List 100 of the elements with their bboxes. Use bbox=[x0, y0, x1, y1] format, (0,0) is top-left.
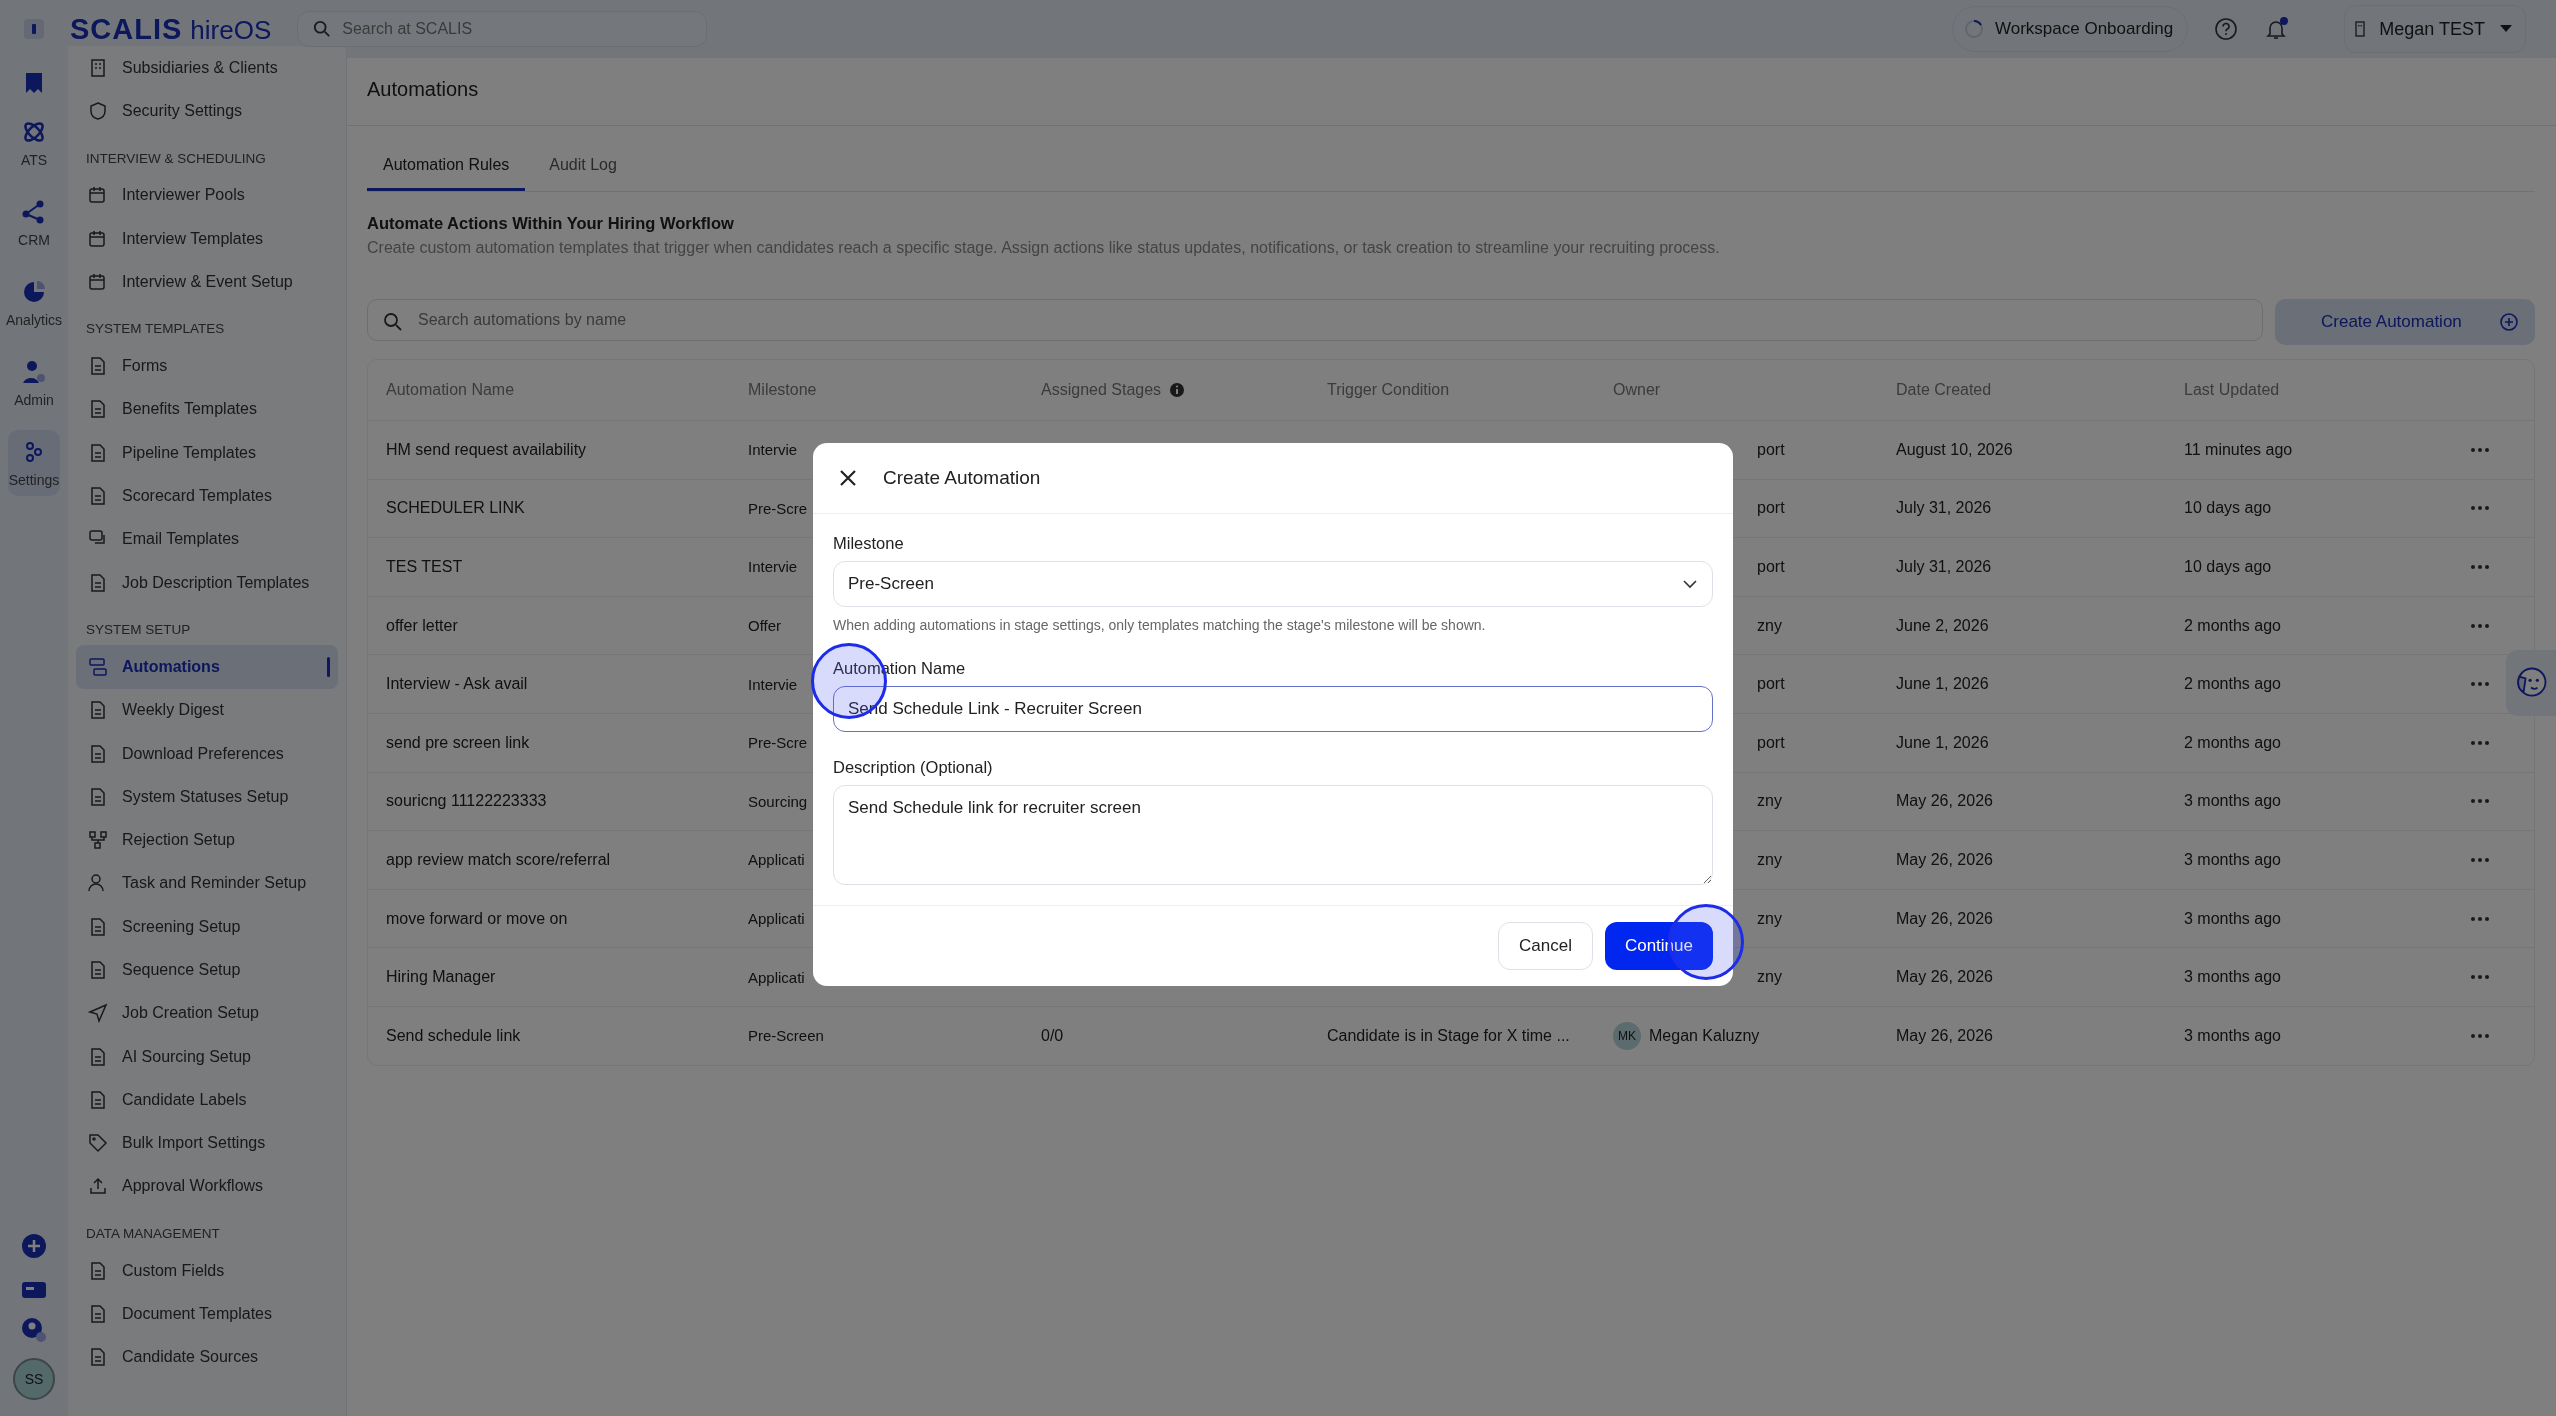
sidebar-item[interactable]: Job Creation Setup bbox=[76, 991, 338, 1035]
table-cell: send pre screen link bbox=[386, 733, 530, 752]
sidebar-item[interactable]: Bulk Import Settings bbox=[76, 1121, 338, 1165]
sidebar-toggle-icon[interactable] bbox=[23, 18, 45, 40]
rail-item[interactable]: Settings bbox=[8, 430, 60, 496]
sidebar-item[interactable]: Weekly Digest bbox=[76, 688, 338, 732]
sidebar-item[interactable]: Subsidiaries & Clients bbox=[76, 46, 338, 90]
user-icon bbox=[20, 358, 48, 386]
doc-icon bbox=[88, 356, 108, 377]
cancel-button[interactable]: Cancel bbox=[1498, 922, 1593, 970]
table-cell: 0/0 bbox=[1041, 1026, 1064, 1045]
sidebar-item[interactable]: Task and Reminder Setup bbox=[76, 861, 338, 906]
more-icon[interactable] bbox=[2470, 739, 2490, 746]
sidebar-item[interactable]: Rejection Setup bbox=[76, 818, 338, 862]
doc-icon bbox=[88, 572, 108, 593]
sidebar-item[interactable]: Interview Templates bbox=[76, 216, 338, 261]
more-icon[interactable] bbox=[2470, 622, 2490, 629]
caret-icon bbox=[2499, 24, 2513, 34]
continue-button[interactable]: Continue bbox=[1604, 922, 1713, 970]
doc-icon bbox=[88, 700, 108, 721]
sidebar-item[interactable]: Security Settings bbox=[76, 89, 338, 133]
user-avatar[interactable]: SS bbox=[13, 1358, 55, 1400]
building-icon bbox=[2355, 21, 2366, 37]
plus-circle-icon bbox=[2499, 312, 2519, 332]
table-cell: Pre-Screen bbox=[748, 1027, 824, 1045]
table-cell: July 31, 2026 bbox=[1896, 499, 1992, 518]
table-cell: 3 months ago bbox=[2184, 792, 2281, 811]
table-cell: 3 months ago bbox=[2184, 909, 2281, 928]
sidebar-item[interactable]: Interview & Event Setup bbox=[76, 260, 338, 304]
spinner-icon bbox=[1963, 18, 1985, 40]
section-description: Create custom automation templates that trigger when candidates reach a specific stage. Assign actions like status updates, notifications, or task creation to streamline your recruiting process. bbox=[367, 239, 1721, 257]
more-icon[interactable] bbox=[2470, 681, 2490, 688]
table-cell: offer letter bbox=[386, 616, 458, 635]
more-icon[interactable] bbox=[2470, 1032, 2490, 1039]
sidebar-item[interactable]: Forms bbox=[76, 344, 338, 388]
help-icon[interactable] bbox=[2214, 17, 2239, 41]
table-cell-text: zny bbox=[1756, 850, 1782, 869]
assistant-button[interactable] bbox=[2506, 650, 2556, 716]
search-icon bbox=[383, 312, 403, 332]
user-menu[interactable]: Megan TEST bbox=[2344, 5, 2526, 53]
table-cell: Applicati bbox=[748, 910, 805, 928]
doc-icon bbox=[88, 743, 108, 764]
add-icon[interactable] bbox=[20, 1232, 48, 1260]
more-icon[interactable] bbox=[2470, 564, 2490, 570]
close-icon[interactable] bbox=[839, 469, 857, 487]
sidebar-item[interactable]: Automations bbox=[76, 645, 338, 689]
sidebar-item[interactable]: Pipeline Templates bbox=[76, 431, 338, 475]
create-automation-button[interactable]: Create Automation bbox=[2275, 299, 2535, 345]
rail-item[interactable]: Admin bbox=[2, 350, 66, 416]
sidebar-item[interactable]: Candidate Sources bbox=[76, 1335, 338, 1379]
more-icon[interactable] bbox=[2470, 505, 2490, 512]
sidebar-item[interactable]: AI Sourcing Setup bbox=[76, 1034, 338, 1079]
sidebar-item[interactable]: Scorecard Templates bbox=[76, 474, 338, 518]
sidebar-item[interactable]: Interviewer Pools bbox=[76, 173, 338, 217]
table-cell-text: zny bbox=[1756, 792, 1782, 811]
more-icon[interactable] bbox=[2470, 915, 2490, 922]
search-field[interactable]: Search at SCALIS bbox=[297, 11, 708, 47]
section-heading: Automate Actions Within Your Hiring Workflow bbox=[367, 214, 735, 233]
more-icon[interactable] bbox=[2470, 856, 2490, 863]
search-field[interactable]: Search automations by name bbox=[367, 299, 2263, 341]
table-cell: Megan Kaluzny bbox=[1649, 1026, 1760, 1045]
sidebar-item[interactable]: Screening Setup bbox=[76, 905, 338, 949]
person-icon[interactable] bbox=[20, 1316, 48, 1344]
description-field[interactable]: Send Schedule link for recruiter screen bbox=[833, 785, 1713, 885]
sidebar-item[interactable]: System Statuses Setup bbox=[76, 775, 338, 819]
more-icon[interactable] bbox=[2470, 446, 2490, 453]
field-label: Description (Optional) bbox=[833, 758, 994, 777]
rail-item[interactable]: Analytics bbox=[2, 270, 66, 336]
page-title: Automations bbox=[367, 78, 480, 101]
sidebar-item[interactable]: Sequence Setup bbox=[76, 948, 338, 992]
sidebar-item[interactable]: Job Description Templates bbox=[76, 560, 338, 605]
table-cell: Offer bbox=[748, 617, 782, 635]
table-cell-text: port bbox=[1756, 440, 1785, 459]
sidebar-item[interactable]: Document Templates bbox=[76, 1292, 338, 1336]
rail-item[interactable]: ATS bbox=[2, 110, 66, 176]
sidebar-item[interactable]: Custom Fields bbox=[76, 1249, 338, 1293]
more-icon[interactable] bbox=[2470, 798, 2490, 805]
rail-item[interactable]: CRM bbox=[2, 190, 66, 256]
tab[interactable]: Audit Log bbox=[533, 146, 633, 191]
tab[interactable]: Automation Rules bbox=[367, 146, 526, 191]
doc-icon bbox=[88, 1089, 108, 1110]
table-cell: 2 months ago bbox=[2184, 675, 2281, 694]
sidebar-item[interactable]: Candidate Labels bbox=[76, 1078, 338, 1122]
nodes-icon bbox=[88, 830, 108, 851]
table-cell: SCHEDULER LINK bbox=[386, 499, 525, 518]
table-cell: Hiring Manager bbox=[386, 968, 496, 987]
sidebar-item[interactable]: Email Templates bbox=[76, 517, 338, 561]
sidebar-item[interactable]: Approval Workflows bbox=[76, 1164, 338, 1209]
doc-icon bbox=[88, 1260, 108, 1281]
table-cell-text: port bbox=[1756, 558, 1785, 576]
table-cell: 3 months ago bbox=[2184, 968, 2281, 987]
milestone-dropdown[interactable]: Pre-Screen bbox=[833, 561, 1713, 607]
table-cell: Send schedule link bbox=[386, 1026, 521, 1045]
more-icon[interactable] bbox=[2470, 974, 2490, 981]
sidebar-item[interactable]: Download Preferences bbox=[76, 731, 338, 776]
sidebar-item[interactable]: Benefits Templates bbox=[76, 387, 338, 432]
table-cell: May 26, 2026 bbox=[1896, 792, 1993, 811]
notification-bell-icon[interactable] bbox=[2264, 16, 2291, 42]
table-cell: Sourcing bbox=[748, 792, 808, 810]
table-cell-text: port bbox=[1756, 675, 1785, 694]
